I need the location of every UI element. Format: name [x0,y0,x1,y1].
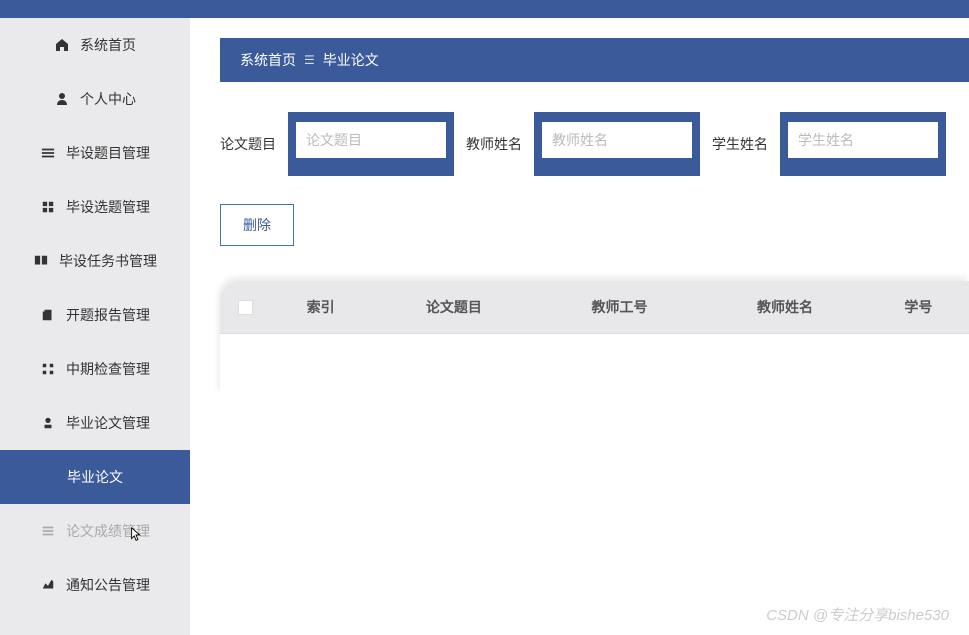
table-icon [40,523,56,539]
search-label-teacher: 教师姓名 [466,134,522,154]
menu-icon [40,145,56,161]
sidebar-item-open-report[interactable]: 开题报告管理 [0,288,190,342]
sidebar-item-label: 毕设选题管理 [66,197,150,217]
select-all-checkbox[interactable] [238,300,253,315]
table-empty-row [220,334,969,394]
report-icon [40,307,56,323]
table-header-teacher-id: 教师工号 [537,281,703,334]
table-header-index: 索引 [270,281,371,334]
sidebar-item-select[interactable]: 毕设选题管理 [0,180,190,234]
sidebar-item-label: 毕业论文 [67,467,123,487]
sidebar: 系统首页 个人中心 毕设题目管理 毕设选题管理 毕设任务书管理 [0,18,190,635]
sidebar-item-label: 论文成绩管理 [66,521,150,541]
data-table: 索引 论文题目 教师工号 教师姓名 学号 [220,281,969,394]
chart-icon [40,577,56,593]
table-wrap: 索引 论文题目 教师工号 教师姓名 学号 [220,281,969,394]
sidebar-item-label: 毕业论文管理 [66,413,150,433]
search-area: 论文题目 教师姓名 学生姓名 [220,112,969,176]
user-icon [40,415,56,431]
action-area: 删除 [220,204,969,246]
sidebar-item-label: 系统首页 [80,35,136,55]
sidebar-item-label: 个人中心 [80,89,136,109]
breadcrumb: 系统首页 ☰ 毕业论文 [220,38,969,82]
search-input-title[interactable] [296,122,446,158]
main-content: 系统首页 ☰ 毕业论文 论文题目 教师姓名 学生姓名 删除 [190,18,969,635]
watermark: CSDN @专注分享bishe530 [766,604,949,625]
home-icon [54,37,70,53]
table-header-student-id: 学号 [868,281,969,334]
sidebar-item-thesis[interactable]: 毕业论文 [0,450,190,504]
sidebar-item-label: 开题报告管理 [66,305,150,325]
sidebar-item-label: 中期检查管理 [66,359,150,379]
table-header-row: 索引 论文题目 教师工号 教师姓名 学号 [220,281,969,334]
person-icon [54,91,70,107]
search-input-teacher[interactable] [542,122,692,158]
sidebar-item-topic[interactable]: 毕设题目管理 [0,126,190,180]
search-input-student[interactable] [788,122,938,158]
table-header-checkbox[interactable] [220,281,270,334]
sidebar-item-label: 毕设任务书管理 [59,251,157,271]
sidebar-item-label: 毕设题目管理 [66,143,150,163]
table-header-title: 论文题目 [371,281,537,334]
breadcrumb-sep-icon: ☰ [304,53,315,67]
sidebar-item-label: 通知公告管理 [66,575,150,595]
grid-icon [40,199,56,215]
breadcrumb-current: 毕业论文 [323,50,379,70]
check-icon [40,361,56,377]
sidebar-item-profile[interactable]: 个人中心 [0,72,190,126]
clipboard-icon [33,253,49,269]
table-header-teacher-name: 教师姓名 [702,281,868,334]
sidebar-item-notice[interactable]: 通知公告管理 [0,558,190,612]
sidebar-item-grade[interactable]: 论文成绩管理 [0,504,190,558]
sidebar-item-midcheck[interactable]: 中期检查管理 [0,342,190,396]
delete-button[interactable]: 删除 [220,204,294,246]
breadcrumb-home[interactable]: 系统首页 [240,50,296,70]
search-label-title: 论文题目 [220,134,276,154]
search-label-student: 学生姓名 [712,134,768,154]
sidebar-item-thesis-mgmt[interactable]: 毕业论文管理 [0,396,190,450]
sidebar-item-home[interactable]: 系统首页 [0,18,190,72]
sidebar-item-task[interactable]: 毕设任务书管理 [0,234,190,288]
